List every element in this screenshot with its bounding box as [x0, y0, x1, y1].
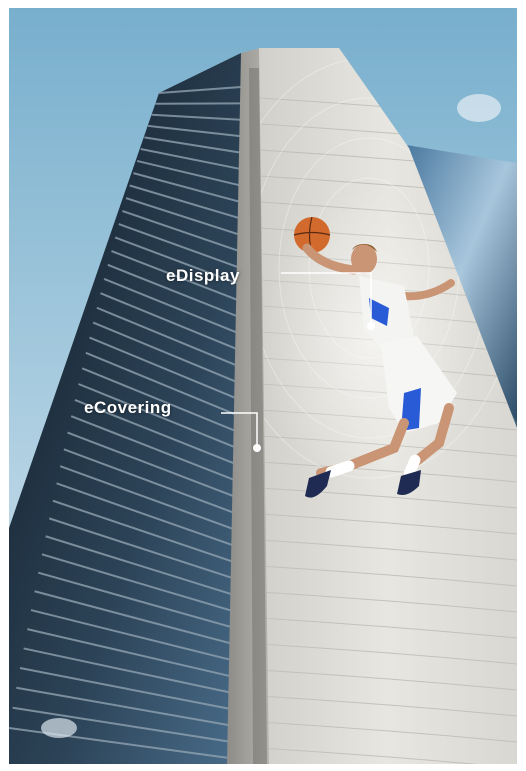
- edisplay-label: eDisplay: [166, 266, 240, 285]
- ecovering-callout-dot: [253, 444, 261, 452]
- tower-scene: [9, 8, 517, 764]
- cloud: [457, 94, 501, 122]
- edisplay-callout-dot: [367, 322, 375, 330]
- photo-frame: eDisplay eCovering: [9, 8, 517, 764]
- ecovering-label: eCovering: [84, 398, 172, 417]
